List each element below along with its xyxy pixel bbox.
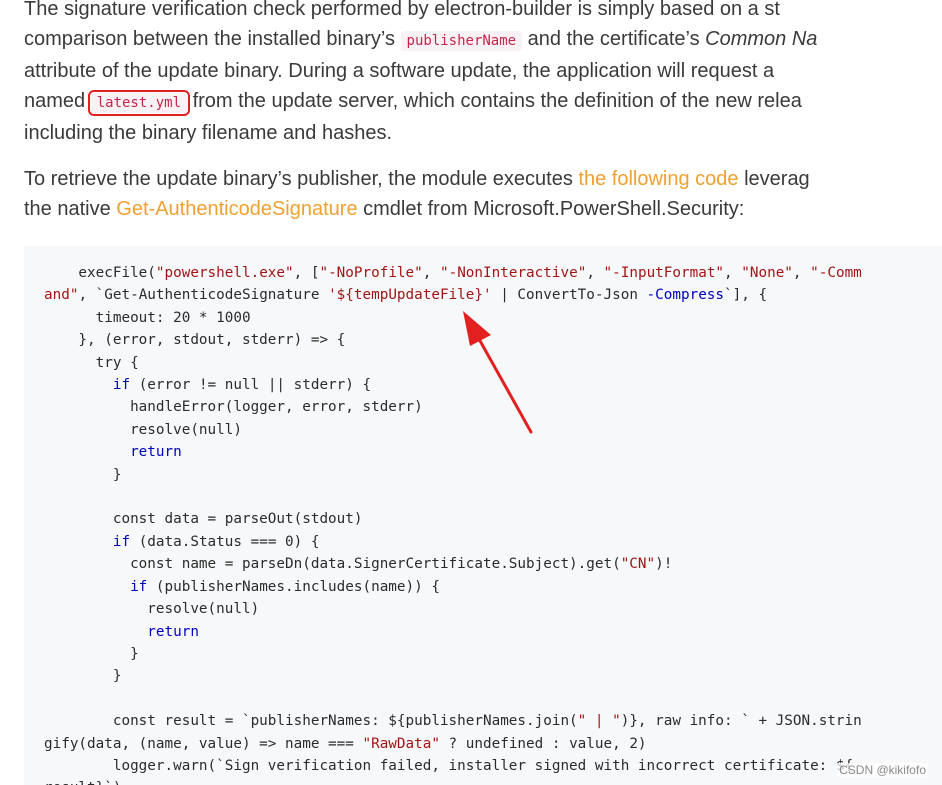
code-token: ? undefined : value, 2) bbox=[439, 735, 647, 752]
code-token: -Compress bbox=[646, 287, 725, 304]
code-line: if (error != null || stderr) { bbox=[44, 377, 371, 393]
code-token: "RawData" bbox=[362, 735, 440, 752]
code-token: `], { bbox=[724, 287, 768, 304]
code-token: const result = `publisherNames: ${publis… bbox=[44, 713, 578, 730]
code-token: )! bbox=[655, 556, 673, 573]
code-line: return bbox=[44, 444, 182, 460]
code-line: and", `Get-AuthenticodeSignature '${temp… bbox=[44, 287, 767, 303]
code-token: "-Comm bbox=[810, 265, 862, 281]
code-token: } bbox=[44, 645, 139, 662]
code-token: if bbox=[112, 533, 131, 550]
code-token: , bbox=[422, 265, 440, 281]
text-fragment: leverag bbox=[738, 168, 810, 190]
code-line: const name = parseDn(data.SignerCertific… bbox=[44, 556, 672, 572]
code-token: " | " bbox=[577, 713, 621, 730]
code-token: if bbox=[112, 377, 131, 394]
code-token: const data = parseOut(stdout) bbox=[44, 511, 363, 528]
code-token: '${tempUpdateFile}' bbox=[328, 287, 492, 304]
code-token: , bbox=[586, 265, 604, 281]
paragraph-retrieve-publisher: To retrieve the update binary’s publishe… bbox=[24, 164, 942, 224]
code-token: "-NonInteractive" bbox=[439, 265, 587, 281]
code-token: , `Get-AuthenticodeSignature bbox=[78, 287, 329, 304]
text-line: attribute of the update binary. During a… bbox=[24, 60, 775, 82]
code-line: resolve(null) bbox=[44, 601, 259, 617]
code-token: "None" bbox=[741, 265, 793, 281]
code-token: and" bbox=[44, 287, 79, 304]
code-token: "powershell.exe" bbox=[155, 265, 294, 281]
text-fragment: from the update server, which contains t… bbox=[187, 90, 802, 112]
text-fragment: named bbox=[24, 90, 91, 112]
code-token: , [ bbox=[293, 265, 320, 281]
code-token: result}`) bbox=[44, 780, 121, 785]
text-line: including the binary filename and hashes… bbox=[24, 122, 393, 144]
code-token: gify(data, (name, value) => name === bbox=[44, 735, 363, 752]
watermark: CSDN @kikifofo bbox=[837, 763, 928, 777]
code-line: resolve(null) bbox=[44, 422, 242, 438]
code-token: return bbox=[130, 444, 182, 461]
code-line: return bbox=[44, 624, 199, 640]
code-token: (publisherNames.includes(name)) { bbox=[147, 578, 440, 595]
code-token: "-InputFormat" bbox=[603, 265, 725, 281]
inline-code-latest-yml: latest.yml bbox=[87, 90, 191, 116]
code-line: const result = `publisherNames: ${publis… bbox=[44, 713, 862, 729]
code-token: | ConvertTo-Json bbox=[491, 287, 647, 304]
text-fragment: and the certificate’s bbox=[522, 28, 706, 50]
code-listing: execFile("powershell.exe", ["-NoProfile"… bbox=[44, 262, 862, 785]
code-line: handleError(logger, error, stderr) bbox=[44, 399, 423, 415]
text-fragment: To retrieve the update binary’s publishe… bbox=[24, 168, 579, 190]
code-block: execFile("powershell.exe", ["-NoProfile"… bbox=[24, 246, 942, 785]
code-token: timeout: 20 * 1000 bbox=[44, 309, 251, 326]
code-token: execFile( bbox=[44, 265, 156, 281]
code-line: if (publisherNames.includes(name)) { bbox=[44, 579, 440, 595]
paragraph-signature-check: The signature verification check perform… bbox=[24, 0, 942, 148]
emphasis-common-name: Common Na bbox=[705, 28, 818, 50]
code-token: return bbox=[147, 623, 199, 640]
code-line: result}`) bbox=[44, 780, 121, 785]
code-line: } bbox=[44, 646, 139, 662]
link-get-authenticodesignature[interactable]: Get-AuthenticodeSignature bbox=[116, 198, 357, 220]
text-fragment: comparison between the installed binary’… bbox=[24, 28, 401, 50]
code-line: }, (error, stdout, stderr) => { bbox=[44, 332, 345, 348]
text-line: The signature verification check perform… bbox=[24, 0, 780, 20]
code-line: try { bbox=[44, 355, 139, 371]
code-line: execFile("powershell.exe", ["-NoProfile"… bbox=[44, 265, 862, 281]
code-token: }, (error, stdout, stderr) => { bbox=[44, 332, 346, 349]
code-line: timeout: 20 * 1000 bbox=[44, 310, 251, 326]
code-line: gify(data, (name, value) => name === "Ra… bbox=[44, 736, 647, 752]
code-token: )}, raw info: ` + JSON.strin bbox=[620, 713, 862, 730]
text-fragment: cmdlet from Microsoft.PowerShell.Securit… bbox=[357, 198, 745, 220]
code-line: } bbox=[44, 668, 122, 685]
code-token: "-NoProfile" bbox=[319, 265, 423, 281]
code-token: try { bbox=[44, 354, 139, 371]
code-token: (error != null || stderr) { bbox=[130, 377, 372, 394]
code-line: if (data.Status === 0) { bbox=[44, 533, 320, 550]
text-fragment: the native bbox=[24, 198, 117, 220]
code-token: logger.warn(`Sign verification failed, i… bbox=[44, 757, 854, 774]
code-token: } bbox=[44, 466, 122, 483]
inline-code-publishername: publisherName bbox=[400, 31, 523, 51]
article-page: The signature verification check perform… bbox=[0, 0, 942, 785]
code-token: (data.Status === 0) { bbox=[130, 533, 320, 550]
code-token: "CN" bbox=[620, 556, 656, 573]
code-token: const name = parseDn(data.SignerCertific… bbox=[44, 556, 621, 573]
code-token: resolve(null) bbox=[44, 421, 242, 438]
code-line: logger.warn(`Sign verification failed, i… bbox=[44, 758, 853, 774]
link-following-code[interactable]: the following code bbox=[578, 168, 738, 190]
code-token: } bbox=[44, 668, 122, 685]
code-token: handleError(logger, error, stderr) bbox=[44, 399, 423, 416]
code-token: , bbox=[792, 265, 811, 281]
code-line: } bbox=[44, 466, 122, 483]
code-token: , bbox=[724, 265, 742, 281]
code-token: resolve(null) bbox=[44, 601, 260, 618]
code-line: const data = parseOut(stdout) bbox=[44, 511, 363, 528]
code-token: if bbox=[130, 578, 148, 595]
